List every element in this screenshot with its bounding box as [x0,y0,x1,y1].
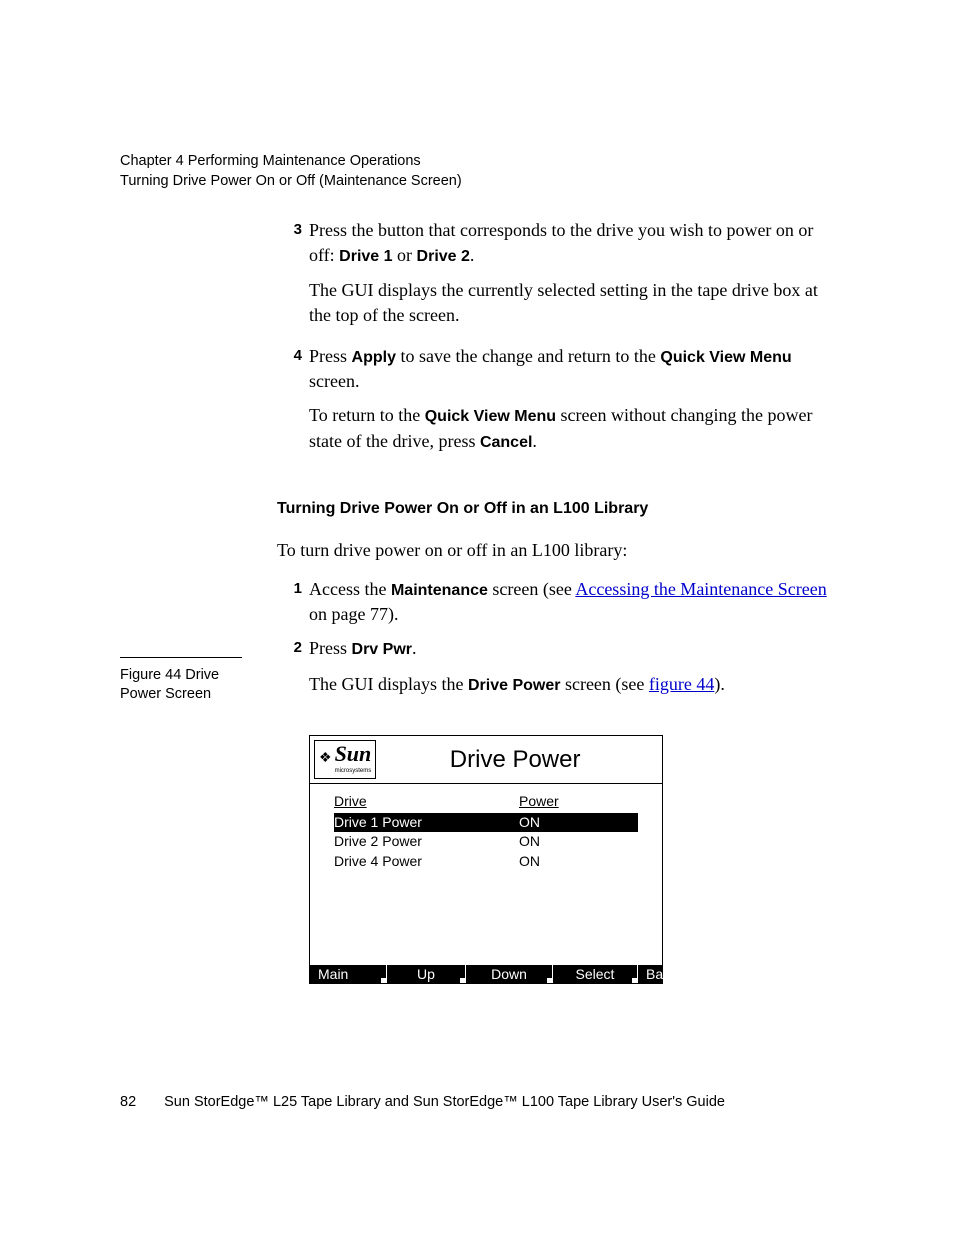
text: screen. [309,371,359,391]
col-drive: Drive [334,792,519,811]
drive-power: ON [519,832,638,851]
page: Chapter 4 Performing Maintenance Operati… [0,0,954,1235]
bold: Cancel [480,434,532,451]
figure-body: Drive Power Drive 1 Power ON Drive 2 Pow… [310,784,662,964]
section-heading: Turning Drive Power On or Off in an L100… [277,498,835,520]
sun-logo: ❖ Sun microsystems [314,740,376,779]
step-4: 4 Press Apply to save the change and ret… [277,344,835,394]
drive-row-selected[interactable]: Drive 1 Power ON [334,813,638,832]
bold: Drive 1 [339,248,392,265]
chapter-line: Chapter 4 Performing Maintenance Operati… [120,152,462,172]
figure-link[interactable]: figure 44 [649,674,714,694]
text: The GUI displays the [309,674,468,694]
drive-name: Drive 1 Power [334,813,519,832]
text: on page 77). [309,604,398,624]
text: Press [309,346,352,366]
intro-text: To turn drive power on or off in an L100… [277,538,835,563]
bold: Quick View Menu [425,408,556,425]
text: screen (see [560,674,648,694]
text: To return to the [309,405,425,425]
gui-line: The GUI displays the Drive Power screen … [309,672,835,697]
bold: Quick View Menu [660,349,791,366]
drive-row[interactable]: Drive 4 Power ON [334,852,638,871]
xref-link[interactable]: Accessing the Maintenance Screen [575,579,826,599]
bold: Drv Pwr [352,641,412,658]
step-3: 3 Press the button that corresponds to t… [277,218,835,268]
drive-name: Drive 4 Power [334,852,519,871]
step-number: 4 [277,346,309,396]
main-content: 3 Press the button that corresponds to t… [277,218,835,984]
figure-footer: Main Up Down Select Back [310,964,662,983]
page-number: 82 [120,1094,136,1110]
text: ). [714,674,725,694]
text: Access the [309,579,391,599]
page-footer: 82 Sun StorEdge™ L25 Tape Library and Su… [120,1094,836,1110]
running-header: Chapter 4 Performing Maintenance Operati… [120,152,462,191]
figure-columns: Drive Power [334,792,638,811]
logo-icon: ❖ [319,749,331,768]
logo-word: Sun [335,741,372,766]
step-number: 3 [277,220,309,270]
figure-title: Drive Power [376,743,654,776]
bold: Maintenance [391,582,488,599]
step-b-1: 1 Access the Maintenance screen (see Acc… [277,577,835,627]
bold: Drive 2 [417,248,470,265]
bold: Apply [352,349,396,366]
step-number: 1 [277,579,309,629]
step-b-2: 2 Press Drv Pwr. [277,636,835,661]
figure-caption: Figure 44 Drive Power Screen [120,657,242,704]
drive-row[interactable]: Drive 2 Power ON [334,832,638,851]
back-button[interactable]: Back [638,965,685,983]
step-body: Press Drv Pwr. [309,636,835,661]
step-3-followup: The GUI displays the currently selected … [309,278,835,328]
logo-sub: microsystems [335,767,372,775]
main-button[interactable]: Main [310,965,387,983]
footer-title: Sun StorEdge™ L25 Tape Library and Sun S… [164,1094,836,1110]
text: . [412,638,417,658]
drive-name: Drive 2 Power [334,832,519,851]
step-body: Access the Maintenance screen (see Acces… [309,577,835,627]
step-body: Press the button that corresponds to the… [309,218,835,268]
down-button[interactable]: Down [466,965,553,983]
step-number: 2 [277,638,309,663]
select-button[interactable]: Select [553,965,638,983]
step-body: Press Apply to save the change and retur… [309,344,835,394]
bold: Drive Power [468,677,560,694]
text: to save the change and return to the [396,346,660,366]
drive-power: ON [519,813,638,832]
section-line: Turning Drive Power On or Off (Maintenan… [120,172,462,192]
text: . [470,245,475,265]
text: or [393,245,417,265]
step-4-followup: To return to the Quick View Menu screen … [309,403,835,453]
text: Press [309,638,352,658]
text: . [532,431,537,451]
figure-header: ❖ Sun microsystems Drive Power [310,736,662,784]
text: screen (see [488,579,575,599]
drive-power: ON [519,852,638,871]
col-power: Power [519,792,638,811]
figure-44: ❖ Sun microsystems Drive Power Drive Pow… [309,735,663,984]
up-button[interactable]: Up [387,965,466,983]
